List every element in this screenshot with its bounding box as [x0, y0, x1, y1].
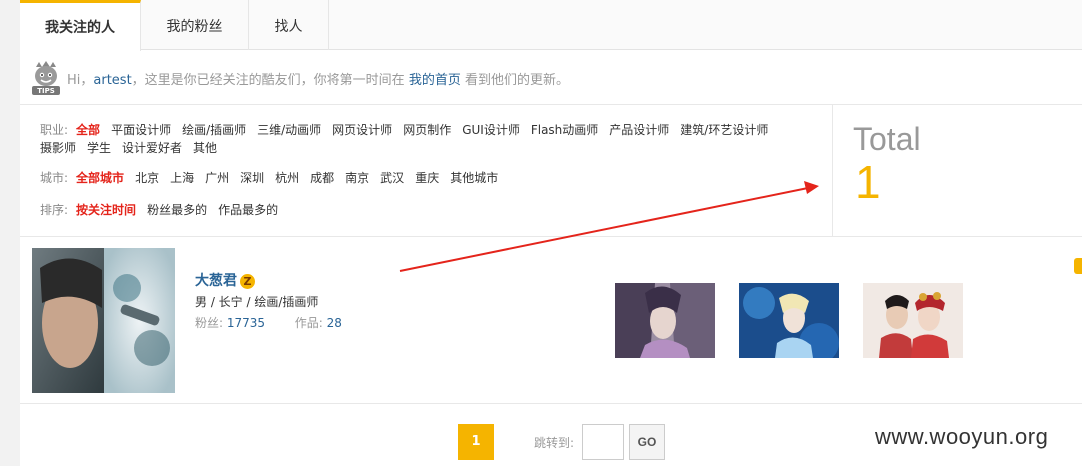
filter-sort-label: 排序: — [40, 203, 69, 217]
filter-city-option-0[interactable]: 全部城市 — [76, 169, 124, 187]
filter-job-option-9[interactable]: 建筑/环艺设计师 — [680, 121, 768, 139]
total-count: 1 — [855, 156, 881, 208]
user-info: 男 / 长宁 / 绘画/插画师 — [195, 295, 319, 309]
username-link[interactable]: artest — [93, 73, 131, 88]
user-name-text[interactable]: 大葱君 — [195, 273, 237, 289]
filter-job-option-1[interactable]: 平面设计师 — [111, 121, 171, 139]
filter-city-option-3[interactable]: 广州 — [205, 169, 229, 187]
filter-city-option-10[interactable]: 其他城市 — [450, 169, 498, 187]
watermark: www.wooyun.org — [875, 424, 1049, 449]
work-thumbnail[interactable] — [739, 283, 839, 358]
filter-job-option-2[interactable]: 绘画/插画师 — [182, 121, 246, 139]
filter-city-row: 城市: 全部城市 北京 上海 广州 深圳 杭州 成都 南京 武汉 重庆 其他城市 — [40, 169, 820, 187]
tips-mascot-icon: TIPS — [32, 61, 60, 95]
filter-city-option-5[interactable]: 杭州 — [275, 169, 299, 187]
filter-job-option-5[interactable]: 网页制作 — [403, 121, 451, 139]
work-image-1 — [615, 283, 715, 358]
filter-job-option-11[interactable]: 学生 — [87, 139, 111, 157]
user-name[interactable]: 大葱君 Z — [195, 270, 255, 290]
filter-city-option-4[interactable]: 深圳 — [240, 169, 264, 187]
filter-job-label: 职业: — [40, 123, 69, 137]
filter-job-option-0[interactable]: 全部 — [76, 121, 100, 139]
filter-sort-row: 排序: 按关注时间 粉丝最多的 作品最多的 — [40, 201, 820, 219]
tab-bar: 我关注的人 我的粉丝 找人 — [20, 0, 1082, 51]
work-thumbnail[interactable] — [615, 283, 715, 358]
main-panel: 我关注的人 我的粉丝 找人 TIPS Hi，artest，这里是你已经关注的酷友… — [20, 0, 1082, 466]
tab-fans[interactable]: 我的粉丝 — [141, 0, 249, 50]
filter-job-option-10[interactable]: 摄影师 — [40, 139, 76, 157]
filter-sort-option-1[interactable]: 粉丝最多的 — [147, 201, 207, 219]
filter-job-option-6[interactable]: GUI设计师 — [462, 121, 520, 139]
page-button-current[interactable]: 1 — [458, 424, 494, 460]
work-image-2 — [739, 283, 839, 358]
homepage-link[interactable]: 我的首页 — [409, 73, 461, 88]
filter-city-option-9[interactable]: 重庆 — [415, 169, 439, 187]
jump-label: 跳转到: — [534, 436, 575, 450]
avatar-image — [32, 248, 175, 393]
filter-job-row: 职业: 全部 平面设计师 绘画/插画师 三维/动画师 网页设计师 网页制作 GUI设计师 Fla… — [40, 121, 820, 157]
jump-page-input[interactable] — [582, 424, 624, 460]
filter-job-option-4[interactable]: 网页设计师 — [332, 121, 392, 139]
tips-middle-text: ，这里是你已经关注的酷友们，你将第一时间在 — [131, 73, 405, 88]
filter-sort-option-2[interactable]: 作品最多的 — [218, 201, 278, 219]
fans-count[interactable]: 17735 — [227, 316, 265, 330]
user-card: 大葱君 Z 男 / 长宁 / 绘画/插画师 粉丝: 17735 作品: 28 — [20, 238, 1082, 404]
user-stats: 粉丝: 17735 作品: 28 — [195, 314, 342, 331]
tab-following[interactable]: 我关注的人 — [20, 0, 141, 51]
go-button[interactable]: GO — [629, 424, 665, 460]
filter-job-option-3[interactable]: 三维/动画师 — [257, 121, 321, 139]
filter-city-label: 城市: — [40, 171, 69, 185]
tab-find-people[interactable]: 找人 — [249, 0, 329, 50]
works-count[interactable]: 28 — [327, 316, 342, 330]
tips-bar: TIPS Hi，artest，这里是你已经关注的酷友们，你将第一时间在 我的首页… — [20, 51, 1082, 105]
tips-text: Hi，artest，这里是你已经关注的酷友们，你将第一时间在 我的首页 看到他们… — [67, 69, 569, 88]
filter-city-option-7[interactable]: 南京 — [345, 169, 369, 187]
tips-greeting: Hi， — [67, 73, 94, 88]
filter-sort-option-0[interactable]: 按关注时间 — [76, 201, 136, 219]
filter-job-option-7[interactable]: Flash动画师 — [531, 121, 598, 139]
tips-icon-label: TIPS — [37, 87, 55, 95]
work-thumbnail[interactable] — [863, 283, 963, 358]
works-label: 作品: — [294, 316, 323, 330]
filter-city-option-6[interactable]: 成都 — [310, 169, 334, 187]
user-level-badge-icon: Z — [240, 273, 255, 289]
filter-city-option-2[interactable]: 上海 — [170, 169, 194, 187]
work-image-3 — [863, 283, 963, 358]
fans-label: 粉丝: — [195, 316, 224, 330]
filter-job-option-8[interactable]: 产品设计师 — [609, 121, 669, 139]
filter-panel: 职业: 全部 平面设计师 绘画/插画师 三维/动画师 网页设计师 网页制作 GUI设计师 Fla… — [20, 105, 832, 237]
total-label: Total — [853, 121, 921, 157]
side-tag-icon[interactable] — [1074, 258, 1082, 274]
tips-end-text: 看到他们的更新。 — [464, 73, 569, 88]
total-box: Total 1 — [832, 105, 1082, 237]
filter-job-option-13[interactable]: 其他 — [193, 139, 217, 157]
filter-city-option-8[interactable]: 武汉 — [380, 169, 404, 187]
user-avatar[interactable] — [32, 248, 175, 393]
filter-job-option-12[interactable]: 设计爱好者 — [122, 139, 182, 157]
filter-city-option-1[interactable]: 北京 — [135, 169, 159, 187]
